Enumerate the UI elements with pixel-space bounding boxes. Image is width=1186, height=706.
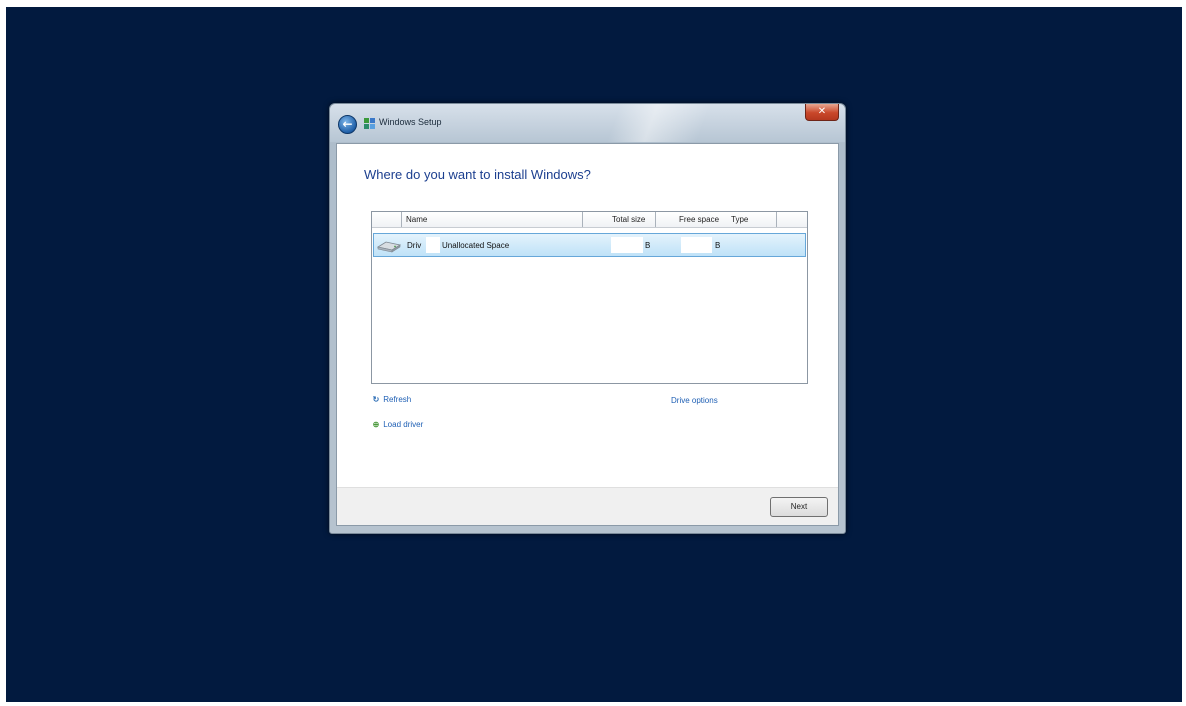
column-header-free-space[interactable]: Free space [679, 215, 719, 224]
load-driver-link[interactable]: ⊕ Load driver [371, 420, 424, 429]
refresh-label: Refresh [383, 395, 412, 404]
redacted-total-size [611, 237, 643, 253]
redacted-free-space [681, 237, 712, 253]
drive-row-selected[interactable]: Driv Unallocated Space B B [373, 233, 806, 257]
drive-list-header: Name Total size Free space Type [372, 212, 807, 228]
drive-total-size-unit: B [645, 241, 651, 250]
window-title: Windows Setup [379, 117, 442, 127]
windows-setup-icon [364, 118, 375, 129]
setup-window: ← Windows Setup ✕ Where do you want to i… [329, 103, 846, 534]
column-header-type[interactable]: Type [731, 215, 748, 224]
drive-name-prefix: Driv [407, 241, 422, 250]
column-separator[interactable] [401, 212, 402, 227]
next-button[interactable]: Next [770, 497, 828, 517]
drive-options-label: Drive options [671, 396, 718, 405]
refresh-icon: ↻ [372, 395, 380, 404]
column-header-total-size[interactable]: Total size [612, 215, 645, 224]
column-separator[interactable] [655, 212, 656, 227]
drive-list[interactable]: Name Total size Free space Type Driv Una… [371, 211, 808, 384]
drive-free-space-unit: B [715, 241, 721, 250]
load-driver-icon: ⊕ [372, 420, 380, 429]
refresh-link[interactable]: ↻ Refresh [371, 395, 412, 404]
drive-options-link[interactable]: Drive options [671, 396, 718, 405]
setup-content: Where do you want to install Windows? Na… [336, 143, 839, 526]
load-driver-label: Load driver [383, 420, 424, 429]
drive-name-suffix: Unallocated Space [442, 241, 510, 250]
page-heading: Where do you want to install Windows? [364, 167, 591, 182]
redacted-drive-number [426, 237, 440, 253]
column-separator[interactable] [776, 212, 777, 227]
column-separator[interactable] [582, 212, 583, 227]
close-icon: ✕ [817, 106, 827, 117]
close-button[interactable]: ✕ [805, 104, 839, 121]
button-bar: Next [337, 487, 838, 525]
hard-disk-icon [377, 241, 401, 253]
back-arrow-icon: ← [342, 117, 353, 131]
title-bar: ← Windows Setup ✕ [330, 104, 845, 142]
back-arrow-button[interactable]: ← [338, 115, 357, 134]
column-header-name[interactable]: Name [406, 215, 427, 224]
